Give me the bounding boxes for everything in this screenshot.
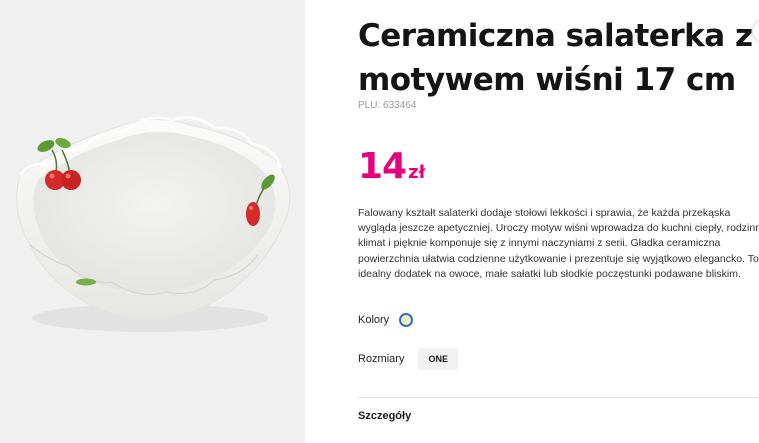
product-info: Ceramiczna salaterka z motywem wiśni 17 … xyxy=(358,0,759,443)
product-price: 14 zł xyxy=(358,146,425,187)
bowl-illustration xyxy=(16,115,291,332)
plu-value: 633464 xyxy=(383,100,417,111)
plu-label: PLU: xyxy=(358,100,381,111)
size-selector: Rozmiary ONE xyxy=(358,348,458,370)
details-section-header[interactable]: Szczegóły xyxy=(358,410,411,422)
color-swatch-selected[interactable] xyxy=(399,313,414,327)
color-selector: Kolory xyxy=(358,313,414,327)
product-image[interactable] xyxy=(0,0,305,443)
price-currency: zł xyxy=(408,162,426,183)
price-amount: 14 xyxy=(358,146,407,187)
sizes-label: Rozmiary xyxy=(358,353,405,365)
product-plu: PLU: 633464 xyxy=(358,100,416,111)
divider xyxy=(358,397,759,398)
product-description: Falowany kształt salaterki dodaje stołow… xyxy=(358,207,759,280)
size-option-one[interactable]: ONE xyxy=(418,348,458,370)
product-title: Ceramiczna salaterka z motywem wiśni 17 … xyxy=(358,18,753,98)
colors-label: Kolory xyxy=(358,314,390,326)
